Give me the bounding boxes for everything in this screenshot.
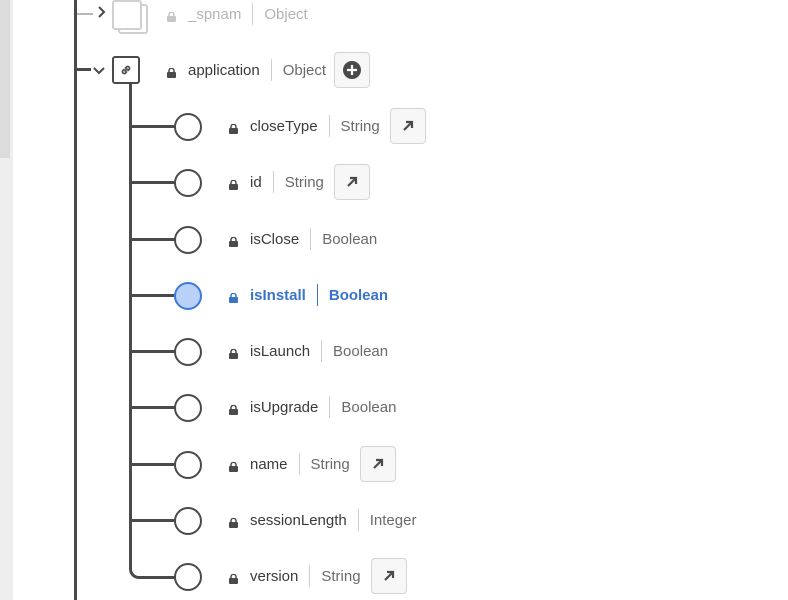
connector-line bbox=[132, 181, 175, 184]
field-node-circle[interactable] bbox=[174, 113, 202, 141]
field-node-circle[interactable] bbox=[174, 282, 202, 310]
add-icon bbox=[343, 61, 362, 79]
field-row-isLaunch[interactable]: isLaunch Boolean bbox=[229, 339, 388, 363]
field-type: Object bbox=[264, 5, 308, 23]
connector-dash bbox=[77, 13, 93, 15]
field-name: application bbox=[188, 61, 260, 79]
lock-icon bbox=[229, 234, 238, 247]
separator bbox=[272, 171, 274, 193]
lock-icon bbox=[229, 121, 238, 134]
lock-icon bbox=[167, 65, 176, 78]
separator bbox=[316, 284, 318, 306]
subtree-end-curve bbox=[129, 562, 178, 579]
field-row-id[interactable]: id String bbox=[229, 164, 370, 200]
connector-line bbox=[132, 519, 175, 522]
field-type: String bbox=[284, 173, 324, 191]
field-node-circle[interactable] bbox=[174, 338, 202, 366]
field-type: Integer bbox=[369, 511, 417, 529]
separator bbox=[321, 340, 323, 362]
field-row-sessionLength[interactable]: sessionLength Integer bbox=[229, 508, 416, 532]
lock-icon bbox=[229, 459, 238, 472]
lock-icon bbox=[229, 290, 238, 303]
field-type: String bbox=[310, 455, 350, 473]
field-row-version[interactable]: version String bbox=[229, 558, 407, 594]
separator bbox=[252, 3, 254, 25]
open-reference-button[interactable] bbox=[389, 108, 426, 144]
separator bbox=[310, 228, 312, 250]
field-type: String bbox=[321, 567, 361, 585]
connector-line bbox=[77, 68, 91, 71]
chevron-down-icon[interactable] bbox=[93, 64, 105, 78]
field-row-isClose[interactable]: isClose Boolean bbox=[229, 227, 377, 251]
field-type: String bbox=[340, 117, 380, 135]
connector-line bbox=[132, 238, 175, 241]
field-type: Boolean bbox=[322, 230, 378, 248]
field-row-application[interactable]: application Object bbox=[167, 52, 371, 88]
field-type: Boolean bbox=[341, 398, 397, 416]
field-name: version bbox=[250, 567, 299, 585]
scrollbar-thumb[interactable] bbox=[0, 0, 10, 158]
add-field-button[interactable] bbox=[334, 52, 371, 88]
field-node-circle[interactable] bbox=[174, 563, 202, 591]
field-name: isInstall bbox=[250, 286, 306, 304]
lock-icon bbox=[229, 346, 238, 359]
open-reference-button[interactable] bbox=[333, 164, 370, 200]
scrollbar-track[interactable] bbox=[0, 0, 13, 600]
lock-icon bbox=[229, 177, 238, 190]
field-row-isUpgrade[interactable]: isUpgrade Boolean bbox=[229, 395, 396, 419]
field-node-circle[interactable] bbox=[174, 169, 202, 197]
field-row-name[interactable]: name String bbox=[229, 446, 396, 482]
separator bbox=[357, 509, 359, 531]
separator bbox=[298, 453, 300, 475]
separator bbox=[270, 59, 272, 81]
link-icon[interactable] bbox=[112, 56, 140, 84]
field-node-circle[interactable] bbox=[174, 394, 202, 422]
separator bbox=[328, 115, 330, 137]
lock-icon bbox=[167, 9, 176, 22]
field-node-circle[interactable] bbox=[174, 451, 202, 479]
field-type: Boolean bbox=[333, 342, 389, 360]
arrow-up-right-icon bbox=[383, 570, 394, 581]
field-row-closeType[interactable]: closeType String bbox=[229, 108, 426, 144]
field-row-spnam[interactable]: _spnam Object bbox=[167, 2, 308, 26]
field-name: isLaunch bbox=[250, 342, 311, 360]
lock-icon bbox=[229, 515, 238, 528]
tree-trunk-line bbox=[74, 0, 77, 600]
separator bbox=[329, 396, 331, 418]
object-node-icon[interactable] bbox=[112, 0, 142, 30]
open-reference-button[interactable] bbox=[359, 446, 396, 482]
field-name: sessionLength bbox=[250, 511, 347, 529]
field-node-circle[interactable] bbox=[174, 226, 202, 254]
connector-line bbox=[132, 294, 175, 297]
lock-icon bbox=[229, 571, 238, 584]
lock-icon bbox=[229, 402, 238, 415]
open-reference-button[interactable] bbox=[370, 558, 407, 594]
connector-line bbox=[132, 463, 175, 466]
field-type: Object bbox=[282, 61, 327, 79]
field-name: id bbox=[250, 173, 262, 191]
field-name: name bbox=[250, 455, 288, 473]
chevron-right-icon[interactable] bbox=[96, 6, 106, 20]
field-node-circle[interactable] bbox=[174, 507, 202, 535]
field-name: _spnam bbox=[188, 5, 242, 23]
arrow-up-right-icon bbox=[402, 120, 413, 131]
arrow-up-right-icon bbox=[372, 458, 383, 469]
subtree-line bbox=[129, 84, 132, 564]
field-type: Boolean bbox=[328, 286, 389, 304]
field-name: isClose bbox=[250, 230, 300, 248]
separator bbox=[309, 565, 311, 587]
connector-line bbox=[132, 125, 175, 128]
arrow-up-right-icon bbox=[347, 176, 357, 187]
connector-line bbox=[132, 406, 175, 409]
field-name: isUpgrade bbox=[250, 398, 319, 416]
field-name: closeType bbox=[250, 117, 318, 135]
field-row-isInstall[interactable]: isInstall Boolean bbox=[229, 283, 388, 307]
connector-line bbox=[132, 350, 175, 353]
